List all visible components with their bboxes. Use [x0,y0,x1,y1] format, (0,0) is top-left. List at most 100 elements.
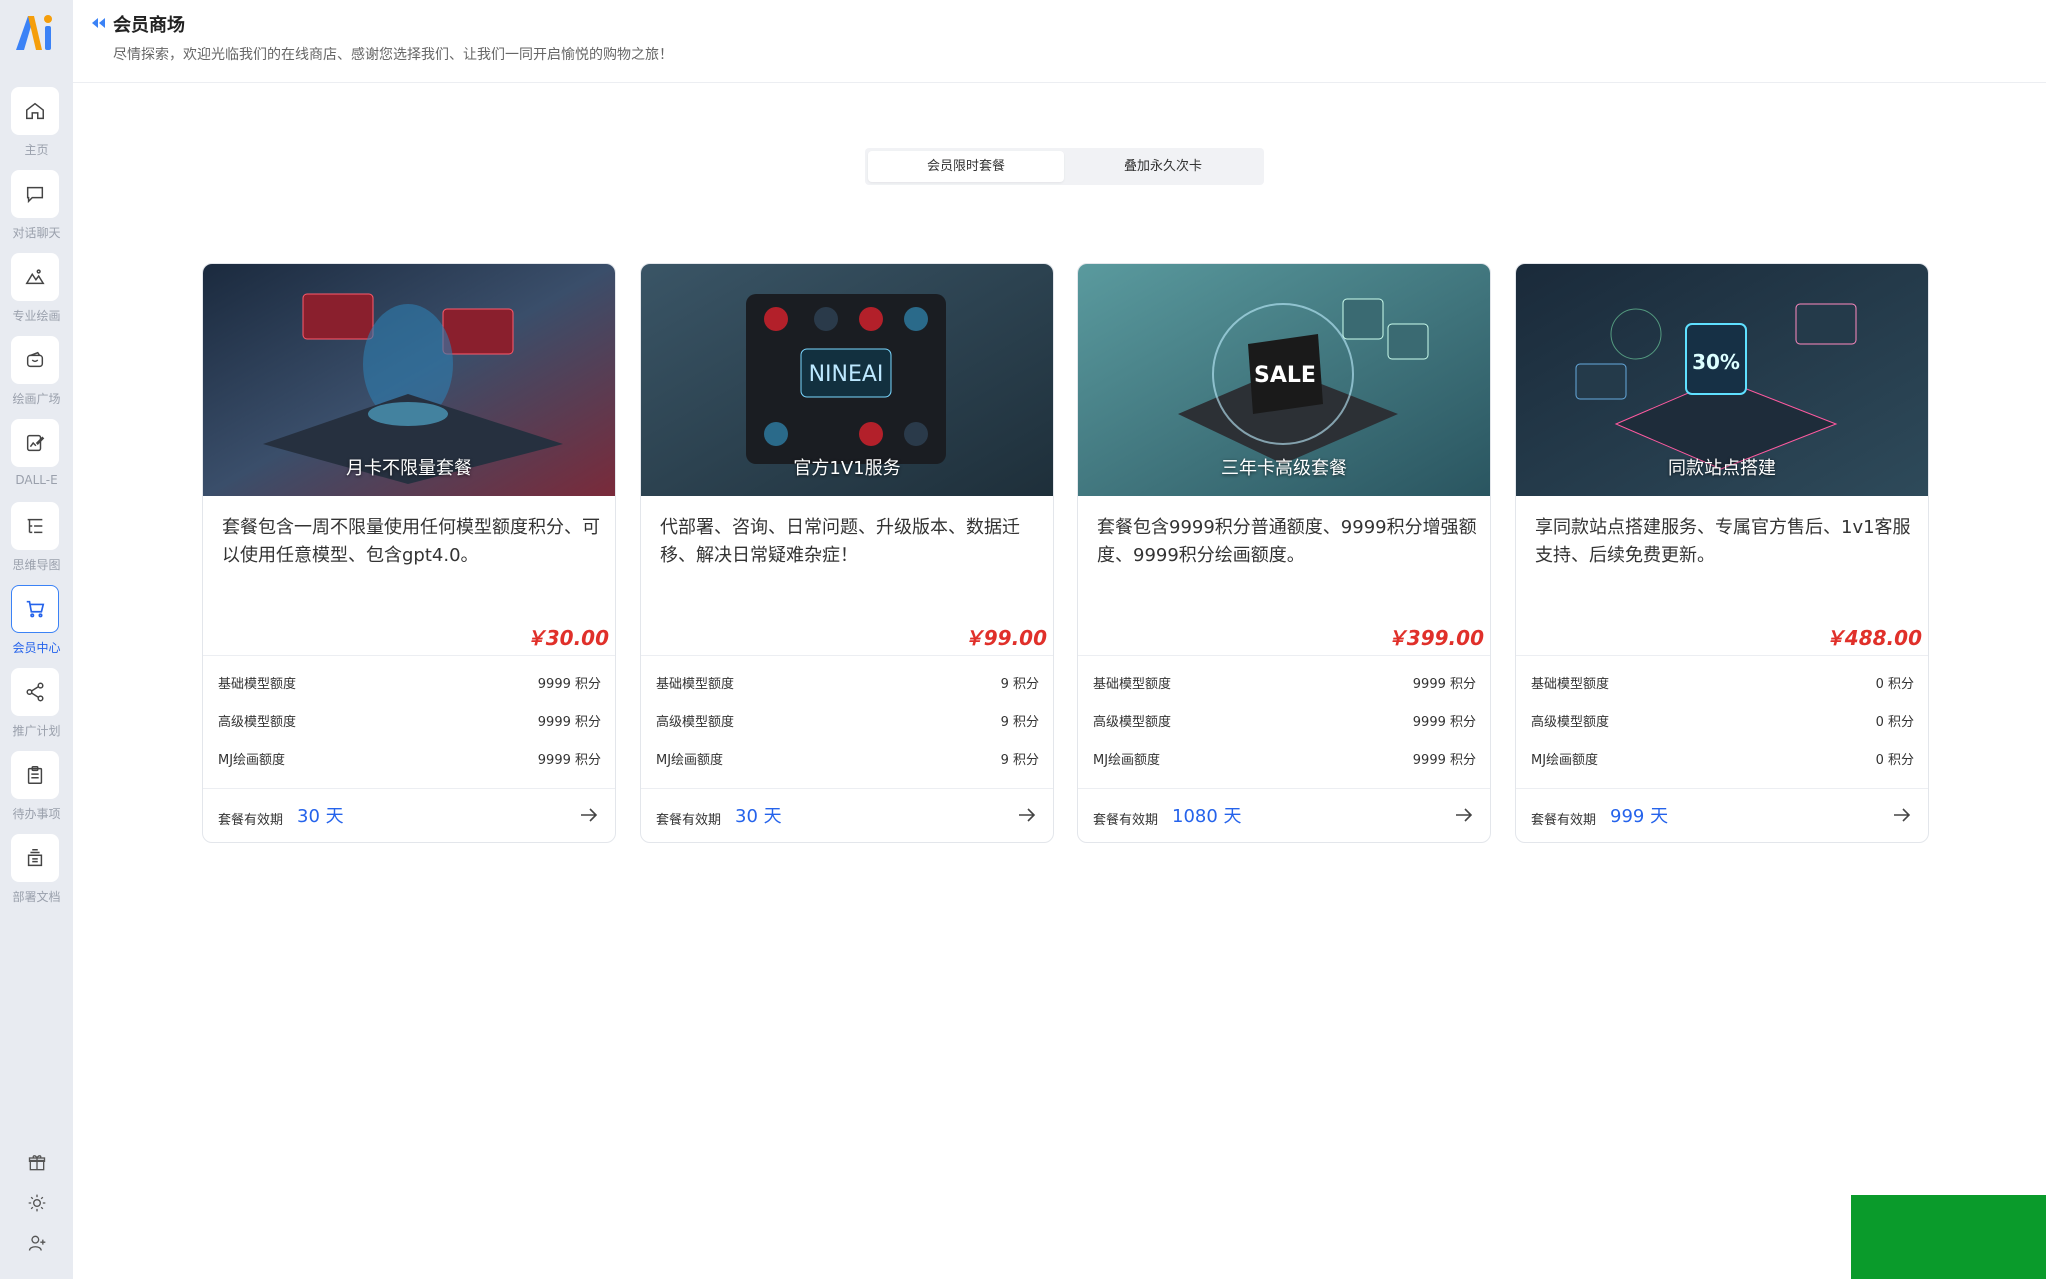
arrow-right-icon[interactable] [579,806,599,824]
quota-label: 基础模型额度 [218,677,297,692]
quota-value: 9999 积分 [1412,753,1476,768]
sidebar-item-label: 推广计划 [12,724,61,738]
package-price: ￥399.00 [1386,626,1484,650]
home-icon [11,87,59,135]
svg-text:30%: 30% [1692,350,1740,374]
svg-text:SALE: SALE [1254,363,1316,388]
cart-icon [11,585,59,633]
package-description: 代部署、咨询、日常问题、升级版本、数据迁移、解决日常疑难杂症！ [660,517,1020,566]
divider [1078,788,1490,789]
package-card[interactable]: 月卡不限量套餐 套餐包含一周不限量使用任何模型额度积分、可以使用任意模型、包含g… [202,263,616,843]
sidebar-item-promotion[interactable]: 推广计划 [0,668,73,751]
package-card[interactable]: NINEAI 官方1V1服务 代部署、咨询、日常问题、升级版本、数据迁移、解决日… [640,263,1054,843]
sidebar-item-gallery[interactable]: 绘画广场 [0,336,73,419]
mindmap-icon [11,502,59,550]
validity-label: 套餐有效期 [1531,813,1597,828]
quota-value: 0 积分 [1875,753,1914,768]
quota-row: 高级模型额度 9999 积分 [1093,711,1476,730]
validity-label: 套餐有效期 [656,813,722,828]
validity-label: 套餐有效期 [218,813,284,828]
package-description: 享同款站点搭建服务、专属官方售后、1v1客服支持、后续免费更新。 [1535,517,1911,566]
package-price: ￥488.00 [1824,626,1922,650]
page-header: 会员商场 尽情探索，欢迎光临我们的在线商店、感谢您选择我们、让我们一同开启愉悦的… [73,0,2046,83]
quota-value: 9 积分 [1000,715,1039,730]
quota-row: MJ绘画额度 0 积分 [1531,749,1914,768]
tab-permanent-cards[interactable]: 叠加永久次卡 [1065,151,1261,182]
divider [203,788,615,789]
quota-label: 基础模型额度 [656,677,735,692]
quota-value: 9 积分 [1000,677,1039,692]
arrow-right-icon[interactable] [1454,806,1474,824]
package-image: 30% 同款站点搭建 [1516,264,1928,496]
arrow-right-icon[interactable] [1892,806,1912,824]
sidebar-item-chat[interactable]: 对话聊天 [0,170,73,253]
sidebar-item-mindmap[interactable]: 思维导图 [0,502,73,585]
quota-row: 高级模型额度 0 积分 [1531,711,1914,730]
app-logo[interactable] [12,10,60,54]
divider [641,655,1053,656]
quota-label: 高级模型额度 [1531,715,1610,730]
sidebar-item-label: DALL-E [15,473,58,487]
user-add-icon[interactable] [0,1223,73,1263]
quota-value: 9999 积分 [537,753,601,768]
quota-row: MJ绘画额度 9 积分 [656,749,1039,768]
package-image-title: 三年卡高级套餐 [1221,458,1347,479]
sidebar-item-dalle[interactable]: DALL-E [0,419,73,502]
arrow-right-icon[interactable] [1017,806,1037,824]
package-tabs: 会员限时套餐 叠加永久次卡 [865,148,1264,185]
package-card[interactable]: 30% 同款站点搭建 享同款站点搭建服务、专属官方售后、1v1客服支持、后续免费… [1515,263,1929,843]
sidebar-item-docs[interactable]: 部署文档 [0,834,73,917]
page-title: 会员商场 [113,15,185,36]
sidebar-item-label: 思维导图 [12,558,61,572]
package-card[interactable]: SALE 三年卡高级套餐 套餐包含9999积分普通额度、9999积分增强额度、9… [1077,263,1491,843]
package-price: ￥99.00 [963,626,1047,650]
sun-icon[interactable] [0,1183,73,1223]
divider [1516,655,1928,656]
validity-days: 1080 天 [1172,806,1242,827]
sidebar-item-label: 会员中心 [12,641,61,655]
quota-label: MJ绘画额度 [218,753,286,768]
validity-days: 30 天 [735,806,782,827]
sidebar-item-label: 主页 [24,143,49,157]
sidebar-bottom [0,1143,73,1263]
quota-row: 基础模型额度 0 积分 [1531,673,1914,692]
quota-row: 高级模型额度 9 积分 [656,711,1039,730]
gift-icon[interactable] [0,1143,73,1183]
divider [1078,655,1490,656]
tab-limited-packages[interactable]: 会员限时套餐 [868,151,1064,182]
sidebar-nav: 主页 对话聊天 专业绘画 绘画广场 DALL-E 思维导图 会员中心 推广计划 … [0,87,73,917]
sidebar-item-painting[interactable]: 专业绘画 [0,253,73,336]
quota-value: 0 积分 [1875,677,1914,692]
sidebar-item-membership[interactable]: 会员中心 [0,585,73,668]
quota-label: MJ绘画额度 [1531,753,1599,768]
package-image: NINEAI 官方1V1服务 [641,264,1053,496]
quota-value: 9999 积分 [537,677,601,692]
package-image: 月卡不限量套餐 [203,264,615,496]
quota-value: 9999 积分 [1412,677,1476,692]
sidebar-item-todo[interactable]: 待办事项 [0,751,73,834]
quota-row: MJ绘画额度 9999 积分 [1093,749,1476,768]
quota-row: 基础模型额度 9999 积分 [218,673,601,692]
clipboard-icon [11,751,59,799]
image-icon [11,253,59,301]
package-description: 套餐包含9999积分普通额度、9999积分增强额度、9999积分绘画额度。 [1097,517,1477,566]
sidebar-item-label: 部署文档 [12,890,61,904]
quota-value: 9 积分 [1000,753,1039,768]
sidebar-item-home[interactable]: 主页 [0,87,73,170]
quota-label: 高级模型额度 [1093,715,1172,730]
app-root: 主页 对话聊天 专业绘画 绘画广场 DALL-E 思维导图 会员中心 推广计划 … [0,0,2046,1279]
validity-days: 999 天 [1610,806,1669,827]
quota-label: 基础模型额度 [1531,677,1610,692]
svg-text:NINEAI: NINEAI [809,362,884,387]
share-icon [11,668,59,716]
double-chevron-left-icon[interactable] [89,15,107,31]
quota-value: 9999 积分 [537,715,601,730]
quota-value: 0 积分 [1875,715,1914,730]
sidebar-item-label: 绘画广场 [12,392,61,406]
corner-green-block [1851,1195,2046,1279]
quota-label: MJ绘画额度 [1093,753,1161,768]
sidebar-item-label: 待办事项 [12,807,61,821]
divider [203,655,615,656]
quota-row: 基础模型额度 9999 积分 [1093,673,1476,692]
edit-image-icon [11,419,59,467]
